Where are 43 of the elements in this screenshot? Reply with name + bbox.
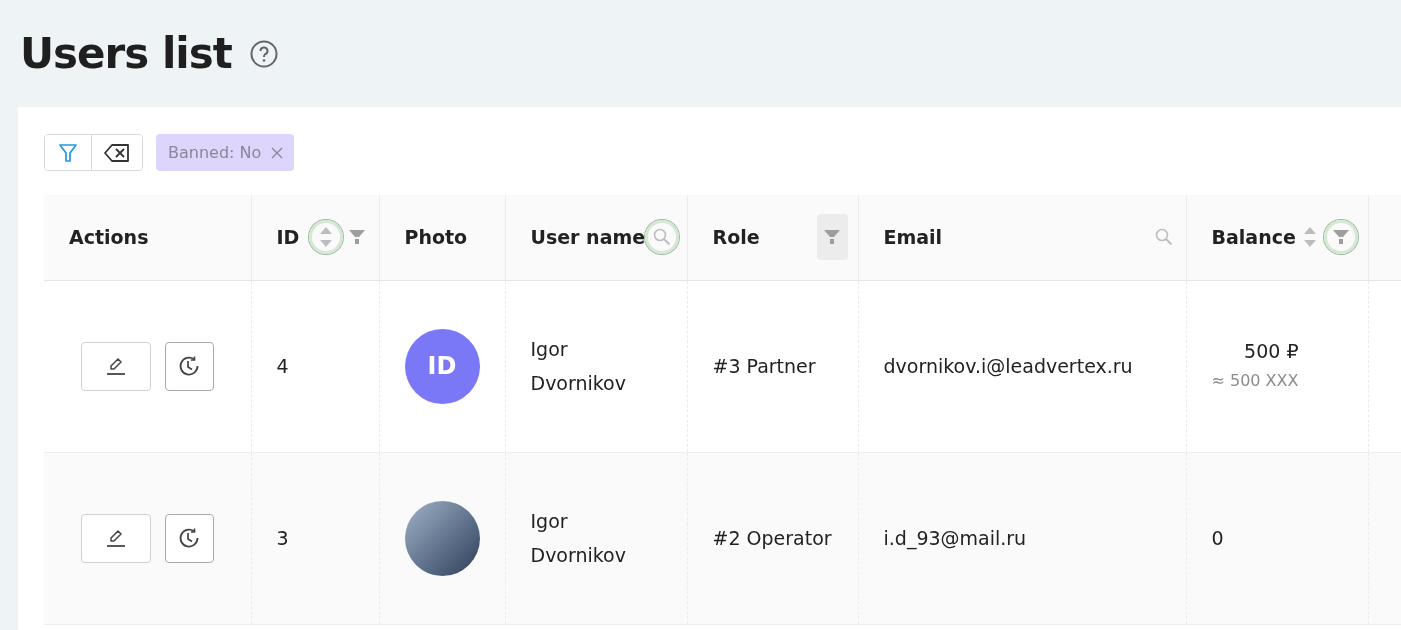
pencil-icon: [104, 356, 127, 376]
help-icon[interactable]: [249, 39, 278, 68]
backspace-icon: [104, 143, 130, 162]
close-icon[interactable]: [271, 146, 284, 159]
clock-icon: [178, 355, 201, 377]
clock-icon: [178, 527, 201, 549]
sort-button[interactable]: [308, 220, 343, 255]
search-button[interactable]: [645, 220, 680, 255]
edit-button[interactable]: [80, 341, 151, 391]
user-email: dvornikov.i@leadvertex.ru: [883, 355, 1133, 377]
user-role: #2 Operator: [712, 527, 832, 549]
filter-tag-label: Banned: No: [168, 143, 262, 162]
filter-icon: [1331, 229, 1350, 246]
user-id: 4: [276, 355, 289, 377]
search-icon: [653, 228, 672, 247]
user-name: Igor Dvornikov: [530, 509, 627, 568]
filter-button[interactable]: [1323, 220, 1358, 255]
filter-button[interactable]: [816, 214, 848, 261]
balance-amount: 500 ₽: [1244, 339, 1299, 364]
column-label: Photo: [404, 226, 468, 249]
column-label: Email: [883, 226, 943, 249]
column-label: User name: [530, 226, 646, 249]
balance-amount: 0: [1211, 527, 1224, 549]
column-label: Actions: [69, 226, 149, 249]
balance-approx: ≈ 500 XXX: [1211, 370, 1299, 392]
search-icon: [1154, 228, 1173, 247]
filter-icon: [347, 229, 366, 246]
pencil-icon: [104, 528, 127, 548]
user-name: Igor Dvornikov: [530, 337, 627, 396]
user-role: #3 Partner: [712, 355, 816, 377]
filter-icon: [58, 142, 78, 163]
history-button[interactable]: [164, 513, 214, 563]
avatar-initials: ID: [404, 328, 480, 404]
filter-icon: [823, 229, 841, 246]
edit-button[interactable]: [80, 513, 151, 563]
user-email: i.d_93@mail.ru: [883, 527, 1027, 549]
column-label: ID: [276, 226, 300, 249]
clear-filters-button[interactable]: [91, 135, 142, 170]
column-label: Role: [712, 226, 760, 249]
column-label: Balance: [1211, 226, 1296, 249]
history-button[interactable]: [164, 341, 214, 391]
page-title: Users list: [20, 29, 232, 78]
user-id: 3: [276, 527, 289, 549]
